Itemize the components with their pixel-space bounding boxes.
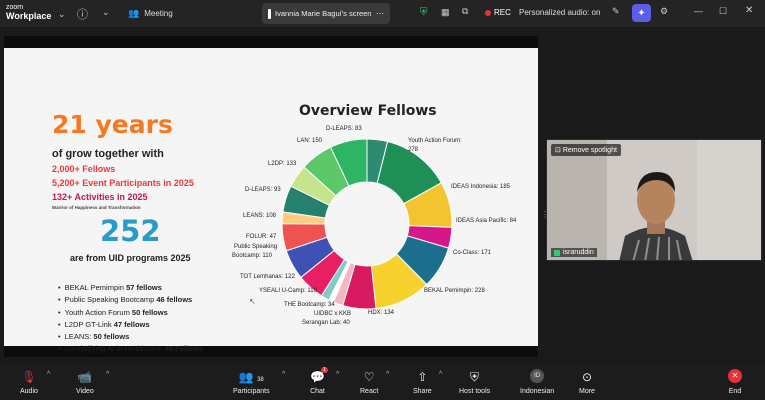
more-button[interactable]: ⊙ More (579, 369, 595, 395)
participant-name-tag: israruddin (551, 248, 597, 257)
minimize-icon[interactable]: — (694, 6, 703, 16)
label-hdx: HDX: 134 (368, 310, 395, 316)
label-public-speaking: Public Speaking (234, 244, 278, 250)
share-screen-icon: ⇧ (417, 370, 428, 384)
participants-button[interactable]: 👥 38 Participants (233, 369, 270, 395)
video-options-caret[interactable]: ^ (106, 371, 109, 378)
react-button[interactable]: ♡ React (360, 369, 378, 395)
zoom-logo: zoom Workplace (6, 3, 51, 21)
info-icon[interactable]: ⓘ (77, 6, 88, 22)
language-button[interactable]: ID Indonesian (520, 369, 554, 395)
microphone-muted-icon: 🎙 (21, 370, 37, 384)
tab-meeting[interactable]: 👥 Meeting (128, 5, 173, 22)
rec-label: REC (494, 8, 511, 17)
audio-options-caret[interactable]: ^ (47, 371, 50, 378)
participant-name: israruddin (563, 249, 594, 256)
label-ideas-indonesia: IDEAS Indonesia: 185 (451, 184, 511, 190)
camera-off-icon: 📹 (77, 370, 93, 384)
heart-icon: ♡ (363, 370, 375, 384)
spotlight-label: Remove spotlight (562, 147, 617, 154)
label-yseali: YSEALI U-Camp: 110 (259, 288, 317, 294)
chat-caret[interactable]: ^ (336, 371, 339, 378)
audio-button[interactable]: 🎙 Audio (20, 369, 38, 395)
label-youth-action-forum: Youth Action Forum: (408, 138, 462, 144)
chat-unread-badge: 1 (321, 367, 328, 373)
personalized-audio-status[interactable]: Personalized audio: on (519, 8, 600, 17)
host-tools-button[interactable]: ⛨ Host tools (459, 369, 490, 395)
share-caret[interactable]: ^ (439, 371, 442, 378)
label-dleaps-83: D-LEAPS: 83 (326, 126, 362, 132)
label-l2dp: L2DP: 133 (268, 161, 297, 167)
maximize-icon[interactable]: ☐ (719, 6, 727, 17)
more-icon: ⊙ (581, 370, 592, 384)
remove-spotlight-button[interactable]: ⊡ Remove spotlight (551, 144, 621, 156)
shared-screen[interactable]: 21 years of grow together with 2,000+ Fe… (4, 36, 538, 357)
video-button[interactable]: 📹 Video (76, 369, 94, 395)
sparkle-icon: ✦ (637, 7, 646, 19)
settings-icon[interactable]: ⚙ (660, 6, 668, 17)
zoom-window: zoom Workplace ⌄ ⓘ ⌄ 👥 Meeting Ivannia M… (0, 0, 765, 400)
people-icon: 👥 (128, 8, 140, 18)
popout-icon[interactable]: ⧉ (462, 6, 468, 17)
donut-chart (281, 138, 453, 310)
ai-companion-button[interactable]: ✦ (632, 4, 651, 22)
close-icon[interactable]: ✕ (745, 5, 753, 16)
signal-icon (554, 249, 560, 256)
label-public-speaking-value: Bootcamp: 110 (232, 253, 272, 259)
language-icon: ID (530, 369, 545, 383)
presentation-slide: 21 years of grow together with 2,000+ Fe… (4, 48, 538, 353)
label-uidbc-kkb: UIDBC x KKB (314, 311, 352, 317)
label-bekal-pemimpin: BEKAL Pemimpin: 228 (424, 288, 485, 294)
chevron-down-icon[interactable]: ⌄ (58, 9, 66, 20)
more-options-icon[interactable]: ⋯ (376, 9, 384, 18)
meeting-stage: 21 years of grow together with 2,000+ Fe… (0, 27, 765, 365)
label-youth-action-forum-value: 278 (408, 147, 419, 153)
label-leans: LEANS: 108 (243, 213, 277, 219)
screen-indicator-icon (268, 8, 271, 19)
logo-text-workplace: Workplace (6, 11, 52, 21)
label-tot-lemhanas: TOT Lemhanas: 122 (240, 274, 295, 280)
participant-photo (547, 140, 761, 260)
label-ideas-asia-pacific: IDEAS Asia Pacific: 84 (456, 218, 517, 224)
label-co-class: Co-Class: 171 (453, 250, 492, 256)
share-button[interactable]: ⇧ Share (413, 369, 432, 395)
title-bar: zoom Workplace ⌄ ⓘ ⌄ 👥 Meeting Ivannia M… (0, 0, 765, 27)
end-call-icon: ✕ (728, 369, 742, 383)
label-dleaps-93: D-LEAPS: 93 (245, 187, 281, 193)
tab-meeting-label: Meeting (144, 9, 173, 18)
grid-view-icon[interactable]: ▦ (441, 7, 450, 18)
label-lan: LAN: 150 (297, 138, 323, 144)
recording-indicator[interactable]: REC (485, 8, 511, 17)
participant-video[interactable]: ⊡ Remove spotlight israruddin (546, 139, 762, 261)
end-meeting-button[interactable]: ✕ End (728, 369, 742, 395)
shield-icon: ⛨ (470, 370, 480, 384)
meeting-toolbar: 🎙 Audio ^ 📹 Video ^ 👥 38 Participants ^ … (0, 365, 765, 400)
label-serangan-lab: Serangan Lab: 40 (302, 320, 350, 326)
mouse-cursor-icon: ↖ (249, 297, 256, 306)
edit-icon[interactable]: ✎ (612, 6, 620, 17)
record-dot-icon (485, 9, 491, 16)
label-the-bootcamp: THE Bootcamp: 34 (284, 302, 335, 308)
spotlight-icon: ⊡ (555, 147, 561, 154)
label-folur: FOLUR: 47 (246, 234, 277, 240)
chevron-down-icon[interactable]: ⌄ (102, 7, 110, 18)
react-caret[interactable]: ^ (386, 371, 389, 378)
tab-screen-label: Ivannia Marie Baguí's screen (275, 9, 372, 18)
tab-shared-screen[interactable]: Ivannia Marie Baguí's screen ⋯ (262, 3, 390, 24)
participants-icon: 👥 38 (238, 370, 264, 384)
shield-icon[interactable]: ⛨ (420, 7, 428, 18)
participants-caret[interactable]: ^ (282, 371, 285, 378)
